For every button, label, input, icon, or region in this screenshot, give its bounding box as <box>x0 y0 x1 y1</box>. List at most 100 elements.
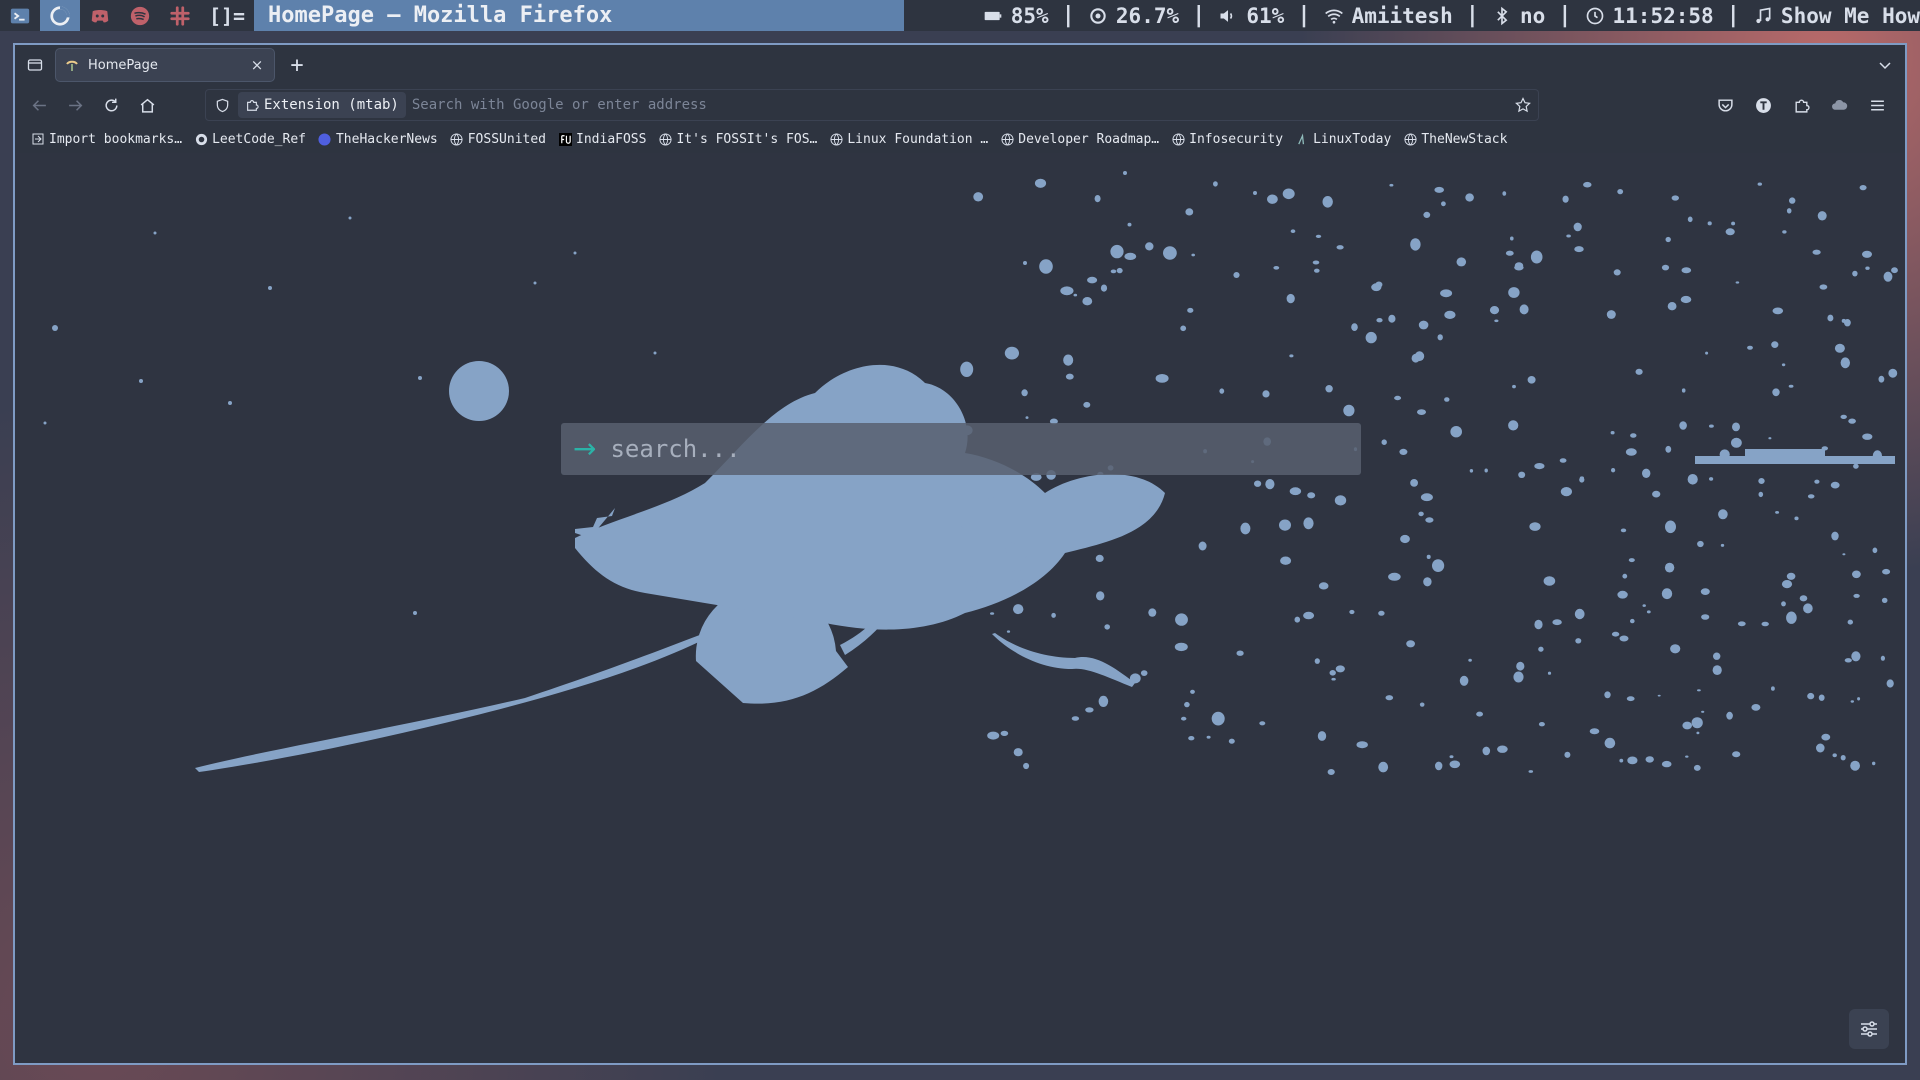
clock-status: 11:52:58 <box>1585 4 1714 28</box>
cloud-icon <box>1831 99 1847 110</box>
bookmark-developer-roadmap[interactable]: Developer Roadmap… <box>994 127 1165 151</box>
thn-icon <box>318 132 332 146</box>
volume-value: 61% <box>1246 3 1285 28</box>
volume-status: 61% <box>1218 4 1284 28</box>
reload-button[interactable] <box>93 87 129 123</box>
terminal-icon <box>10 8 30 23</box>
star-icon <box>1515 97 1531 113</box>
arrow-right-icon: → <box>573 432 597 465</box>
music-title: Show Me How <box>1780 3 1920 28</box>
firefox-view-icon <box>27 59 43 71</box>
list-all-tabs-button[interactable] <box>1865 45 1905 85</box>
extension-label: Extension (mtab) <box>264 97 399 113</box>
arrow-right-icon <box>68 99 82 111</box>
home-button[interactable] <box>129 87 165 123</box>
separator: | <box>1061 3 1075 28</box>
reload-icon <box>104 98 118 111</box>
separator: | <box>1726 3 1740 28</box>
bookmark-itsfoss[interactable]: It's FOSSIt's FOS… <box>652 127 823 151</box>
discord-icon <box>91 9 109 22</box>
cpu-value: 26.7% <box>1115 3 1180 28</box>
slack-icon <box>170 5 190 26</box>
music-status: Show Me How <box>1753 4 1920 28</box>
new-tab-button[interactable]: + <box>279 47 315 83</box>
pocket-button[interactable] <box>1707 87 1743 123</box>
back-button[interactable] <box>21 87 57 123</box>
globe-icon <box>829 132 843 146</box>
music-icon <box>1756 7 1771 23</box>
cpu-status: 26.7% <box>1088 4 1179 28</box>
toolbar-right <box>1707 87 1899 123</box>
bluetooth-icon <box>1497 6 1508 25</box>
account-button[interactable] <box>1745 87 1781 123</box>
tab-homepage[interactable]: HomePage × <box>55 48 275 82</box>
firefox-icon <box>50 5 70 26</box>
status-modules: 85% | 26.7% | 61% | Amiitesh | no | 11:5… <box>904 3 1920 28</box>
bookmark-leetcode-ref[interactable]: LeetCode_Ref <box>188 127 312 151</box>
extension-identity-chip[interactable]: Extension (mtab) <box>238 92 406 118</box>
layout-indicator[interactable]: []= <box>200 4 254 28</box>
bookmark-indiafoss[interactable]: IndiaFOSS <box>552 127 652 151</box>
bookmark-import[interactable]: Import bookmarks… <box>25 127 188 151</box>
bookmarks-toolbar: Import bookmarks… LeetCode_Ref TheHacker… <box>15 125 1905 153</box>
close-tab-button[interactable]: × <box>249 56 265 74</box>
firefox-window: HomePage × + Extension (mtab) Search wit… <box>13 43 1907 1065</box>
cpu-icon <box>1090 7 1106 24</box>
window-title: HomePage — Mozilla Firefox <box>254 0 904 31</box>
battery-value: 85% <box>1010 3 1049 28</box>
separator: | <box>1465 3 1479 28</box>
mtab-page: → <box>15 153 1905 1063</box>
bookmark-thenewstack[interactable]: TheNewStack <box>1397 127 1513 151</box>
search-input[interactable] <box>610 429 1361 469</box>
mtab-favicon-icon <box>66 60 78 71</box>
extension-action-button[interactable] <box>1821 87 1857 123</box>
wifi-name: Amiitesh <box>1351 3 1453 28</box>
separator: | <box>1558 3 1572 28</box>
settings-button[interactable] <box>1849 1009 1889 1049</box>
puzzle-icon <box>247 100 259 111</box>
extensions-button[interactable] <box>1783 87 1819 123</box>
linuxtoday-icon <box>1295 132 1309 146</box>
globe-icon <box>450 132 464 146</box>
search-box[interactable]: → <box>561 423 1361 475</box>
tag-terminal[interactable] <box>0 0 40 31</box>
arrow-left-icon <box>32 99 46 111</box>
tag-spotify[interactable] <box>120 0 160 31</box>
fu-icon <box>558 132 572 146</box>
tracking-protection-button[interactable] <box>212 95 232 115</box>
bookmark-fossunited[interactable]: FOSSUnited <box>444 127 552 151</box>
navigation-toolbar: Extension (mtab) <box>15 85 1905 125</box>
bookmark-linux-foundation[interactable]: Linux Foundation … <box>823 127 994 151</box>
bookmark-infosecurity[interactable]: Infosecurity <box>1165 127 1289 151</box>
status-bar: []= HomePage — Mozilla Firefox 85% | 26.… <box>0 0 1920 31</box>
hamburger-menu-icon <box>1870 100 1884 110</box>
bookmark-page-button[interactable] <box>1508 90 1538 120</box>
spotify-icon <box>130 6 150 25</box>
forward-button[interactable] <box>57 87 93 123</box>
app-menu-button[interactable] <box>1859 87 1895 123</box>
battery-status: 85% <box>983 4 1049 28</box>
globe-icon <box>1000 132 1014 146</box>
space-wallpaper-art <box>43 171 1898 775</box>
chevron-down-icon <box>1879 62 1891 70</box>
separator: | <box>1297 3 1311 28</box>
address-input[interactable] <box>411 97 1502 113</box>
wifi-icon <box>1324 9 1343 24</box>
url-bar[interactable]: Extension (mtab) <box>205 89 1539 121</box>
import-icon <box>31 132 45 146</box>
volume-icon <box>1220 9 1233 22</box>
tag-slack[interactable] <box>160 0 200 31</box>
bluetooth-value: no <box>1519 3 1546 28</box>
bookmark-linuxtoday[interactable]: LinuxToday <box>1289 127 1397 151</box>
battery-icon <box>984 11 1002 20</box>
bookmark-thehackernews[interactable]: TheHackerNews <box>312 127 444 151</box>
globe-icon <box>1171 132 1185 146</box>
wifi-status: Amiitesh <box>1324 4 1453 28</box>
puzzle-icon <box>1794 99 1810 113</box>
firefox-view-button[interactable] <box>15 45 55 85</box>
tag-firefox[interactable] <box>40 0 80 31</box>
shield-icon <box>216 98 228 112</box>
separator: | <box>1192 3 1206 28</box>
tag-discord[interactable] <box>80 0 120 31</box>
sliders-icon <box>1861 1021 1877 1037</box>
